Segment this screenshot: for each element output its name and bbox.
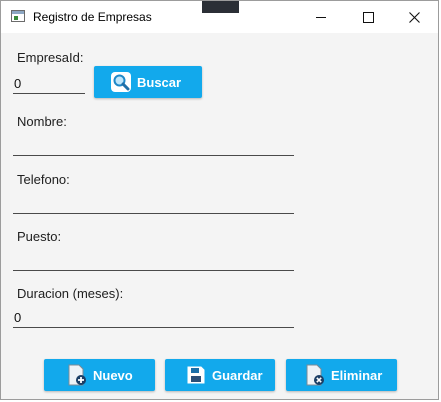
floppy-disk-icon [185,364,207,386]
guardar-button[interactable]: Guardar [165,359,275,391]
minimize-button[interactable] [298,1,344,33]
maximize-button[interactable] [345,1,391,33]
close-icon [408,11,420,23]
nombre-label: Nombre: [17,114,67,129]
new-document-icon [66,364,88,386]
nombre-input[interactable] [13,137,294,156]
app-window: Registro de Empresas EmpresaId: Buscar N… [0,0,439,400]
buscar-button-label: Buscar [137,74,182,90]
app-window-icon [11,10,25,22]
guardar-button-label: Guardar [212,367,263,383]
puesto-input[interactable] [13,252,294,271]
close-button[interactable] [391,1,437,33]
title-bar-overlay [202,1,239,13]
maximize-icon [362,11,374,23]
eliminar-button[interactable]: Eliminar [286,359,397,391]
magnifier-icon [110,71,132,93]
window-title: Registro de Empresas [33,10,152,24]
duracion-input[interactable] [13,309,294,328]
minimize-icon [316,16,326,18]
title-bar[interactable]: Registro de Empresas [1,1,438,33]
empresa-id-label: EmpresaId: [17,50,84,65]
duracion-label: Duracion (meses): [17,286,124,301]
buscar-button[interactable]: Buscar [94,66,202,98]
eliminar-button-label: Eliminar [331,367,383,383]
puesto-label: Puesto: [17,229,62,244]
telefono-input[interactable] [13,195,294,214]
nuevo-button[interactable]: Nuevo [44,359,155,391]
nuevo-button-label: Nuevo [93,367,133,383]
delete-document-icon [304,364,326,386]
telefono-label: Telefono: [17,172,70,187]
empresa-id-input[interactable] [13,75,85,94]
